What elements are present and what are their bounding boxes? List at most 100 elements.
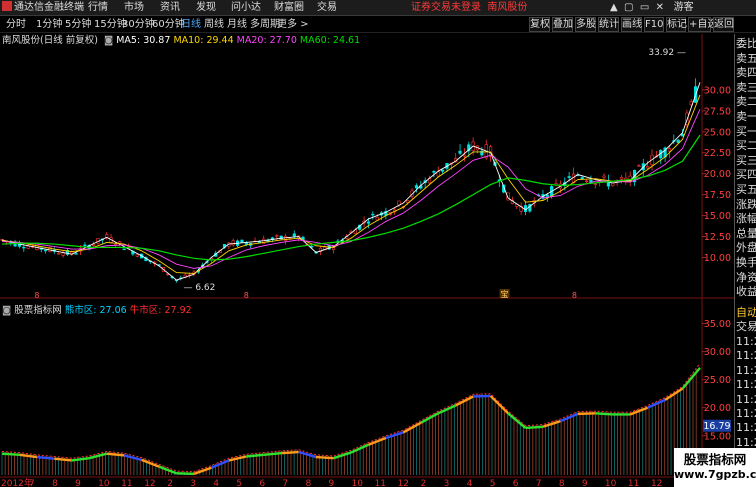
window-controls[interactable]: ▲ ▢ ▭ ✕ 游客 [610,1,694,15]
menu-hangqing[interactable]: 行情 [88,1,108,15]
price-tick-label: 12.50 [704,232,731,243]
menu-faxian[interactable]: 发现 [196,1,216,15]
date-tick-label: 4 [213,479,219,487]
event-marker: 8 [572,291,577,300]
quote-panel: 委比 卖五 卖四 卖三 卖二 卖一 买一 买二 买三 买四 买五 涨跌 涨幅 总量 外盘 换手 净资 收益 自动 … [734,34,756,487]
date-tick-label: 7 [282,479,288,487]
date-tick-label: 10 [98,479,110,487]
mark-button[interactable]: 标记 [666,17,687,32]
tf-60min[interactable]: 60分钟 [152,18,185,31]
tf-more[interactable]: 更多 > [277,18,309,31]
indicator-tick-label: 20.00 [704,403,731,414]
overlay-button[interactable]: 叠加 [552,17,573,32]
multi-stock-button[interactable]: 多股 [575,17,596,32]
price-axis: 30.00 27.50 25.00 22.50 20.00 17.50 15.00 12.50… [34,48,731,300]
candle-body [611,182,615,187]
candle-body [74,253,78,255]
candle-body [231,240,235,246]
date-tick-label: 5 [490,479,496,487]
candle-body [414,185,419,189]
ma-line-MA60 [1,134,701,261]
menu-wenxiaoda[interactable]: 问小达 [231,1,261,15]
candle-body [584,180,589,183]
quote-field-10: 买五 [736,183,756,196]
tf-multi[interactable]: 多周期 [250,18,280,31]
user-label[interactable]: 游客 [674,2,694,13]
date-axis: 2012年7 8 9 10 11 12 2 3 4 5 6 7 8 9 10 11 12 2 3 4 5 6 7 8 9 10 11… [0,476,702,487]
bear-zone-line [36,455,55,460]
login-notice[interactable]: 证券交易未登录 南风股份 [411,1,527,15]
bear-zone-line [489,395,509,415]
draw-button[interactable]: 画线 [621,17,642,32]
quote-field-8: 买三 [736,153,756,167]
tf-weekly[interactable]: 周线 [204,18,224,31]
candle-body [667,148,672,152]
candle-body [366,221,371,224]
bear-zone-line [1,452,20,457]
tf-30min[interactable]: 30分钟 [122,18,155,31]
bear-zone-line [88,452,107,460]
trade-time-2: 11:28 [736,363,756,377]
candle-body [292,233,296,237]
event-marker: 8 [34,291,39,300]
candle-body [637,165,641,167]
date-tick-label: 11 [121,479,132,487]
bear-zone-line [402,421,422,434]
bear-zone-line [281,450,299,455]
trade-label: 交易 [736,320,756,333]
quote-field-3: 卖三 [736,80,756,94]
candle-body [580,177,584,180]
price-ma-lines [1,82,701,281]
candle-body [26,245,30,249]
menu-caifuquan[interactable]: 财富圈 [274,1,304,15]
fuquan-button[interactable]: 复权 [529,17,550,32]
candle-body [458,150,462,154]
indicator-tick-label: 15.00 [704,431,731,442]
date-tick-label: 10 [352,479,364,487]
tf-5min[interactable]: 5分钟 [65,18,91,31]
menu-shichang[interactable]: 市场 [124,1,144,15]
tf-fenshi[interactable]: 分时 [6,18,26,31]
quote-field-4: 卖二 [736,95,756,109]
kline-chart[interactable]: 30.00 27.50 25.00 22.50 20.00 17.50 15.00 12.50… [0,34,734,487]
candle-body [122,248,126,251]
candle-body [44,249,48,252]
quote-field-9: 买四 [736,168,756,182]
date-tick-label: 3 [190,479,196,487]
price-grid [0,34,734,478]
f10-button[interactable]: F10 [644,17,664,32]
indicator-bars [1,368,697,475]
bear-zone-line [577,412,596,416]
watermark-logo: 股票指标网 www.7gpzb.com [674,448,756,487]
date-tick-label: 8 [52,479,58,487]
candle-body [61,252,65,256]
bear-zone-line [455,395,474,407]
price-tick-label: 15.00 [704,211,731,222]
menu-jiaoyi[interactable]: 交易 [317,1,337,15]
quote-field-7: 买二 [736,139,756,153]
date-tick-label: 11 [375,479,386,487]
bear-zone-line [106,452,125,457]
quote-field-0: 委比 [736,37,756,50]
event-badge: 宝 [501,289,509,299]
date-tick-label: 6 [513,479,519,487]
price-tick-label: 22.50 [704,148,731,159]
date-tick-label: 12 [398,479,409,487]
bear-zone-line [246,453,264,458]
tf-1min[interactable]: 1分钟 [36,18,62,31]
candle-body [371,213,375,216]
candle-body [462,154,467,157]
indicator-tick-label: 25.00 [704,375,731,386]
quote-field-12: 涨幅 [736,212,756,226]
tf-daily[interactable]: 日线 [181,18,201,31]
auto-label[interactable]: 自动 [736,306,756,320]
candle-body [680,133,685,137]
candle-body [545,194,549,197]
menu-zixun[interactable]: 资讯 [160,1,180,15]
stats-button[interactable]: 统计 [598,17,619,32]
price-tick-label: 10.00 [704,253,731,264]
tf-monthly[interactable]: 月线 [227,18,247,31]
candle-body [331,247,336,250]
add-favorite-button[interactable]: +自选 [688,17,717,32]
back-button[interactable]: 返回 [713,17,734,32]
